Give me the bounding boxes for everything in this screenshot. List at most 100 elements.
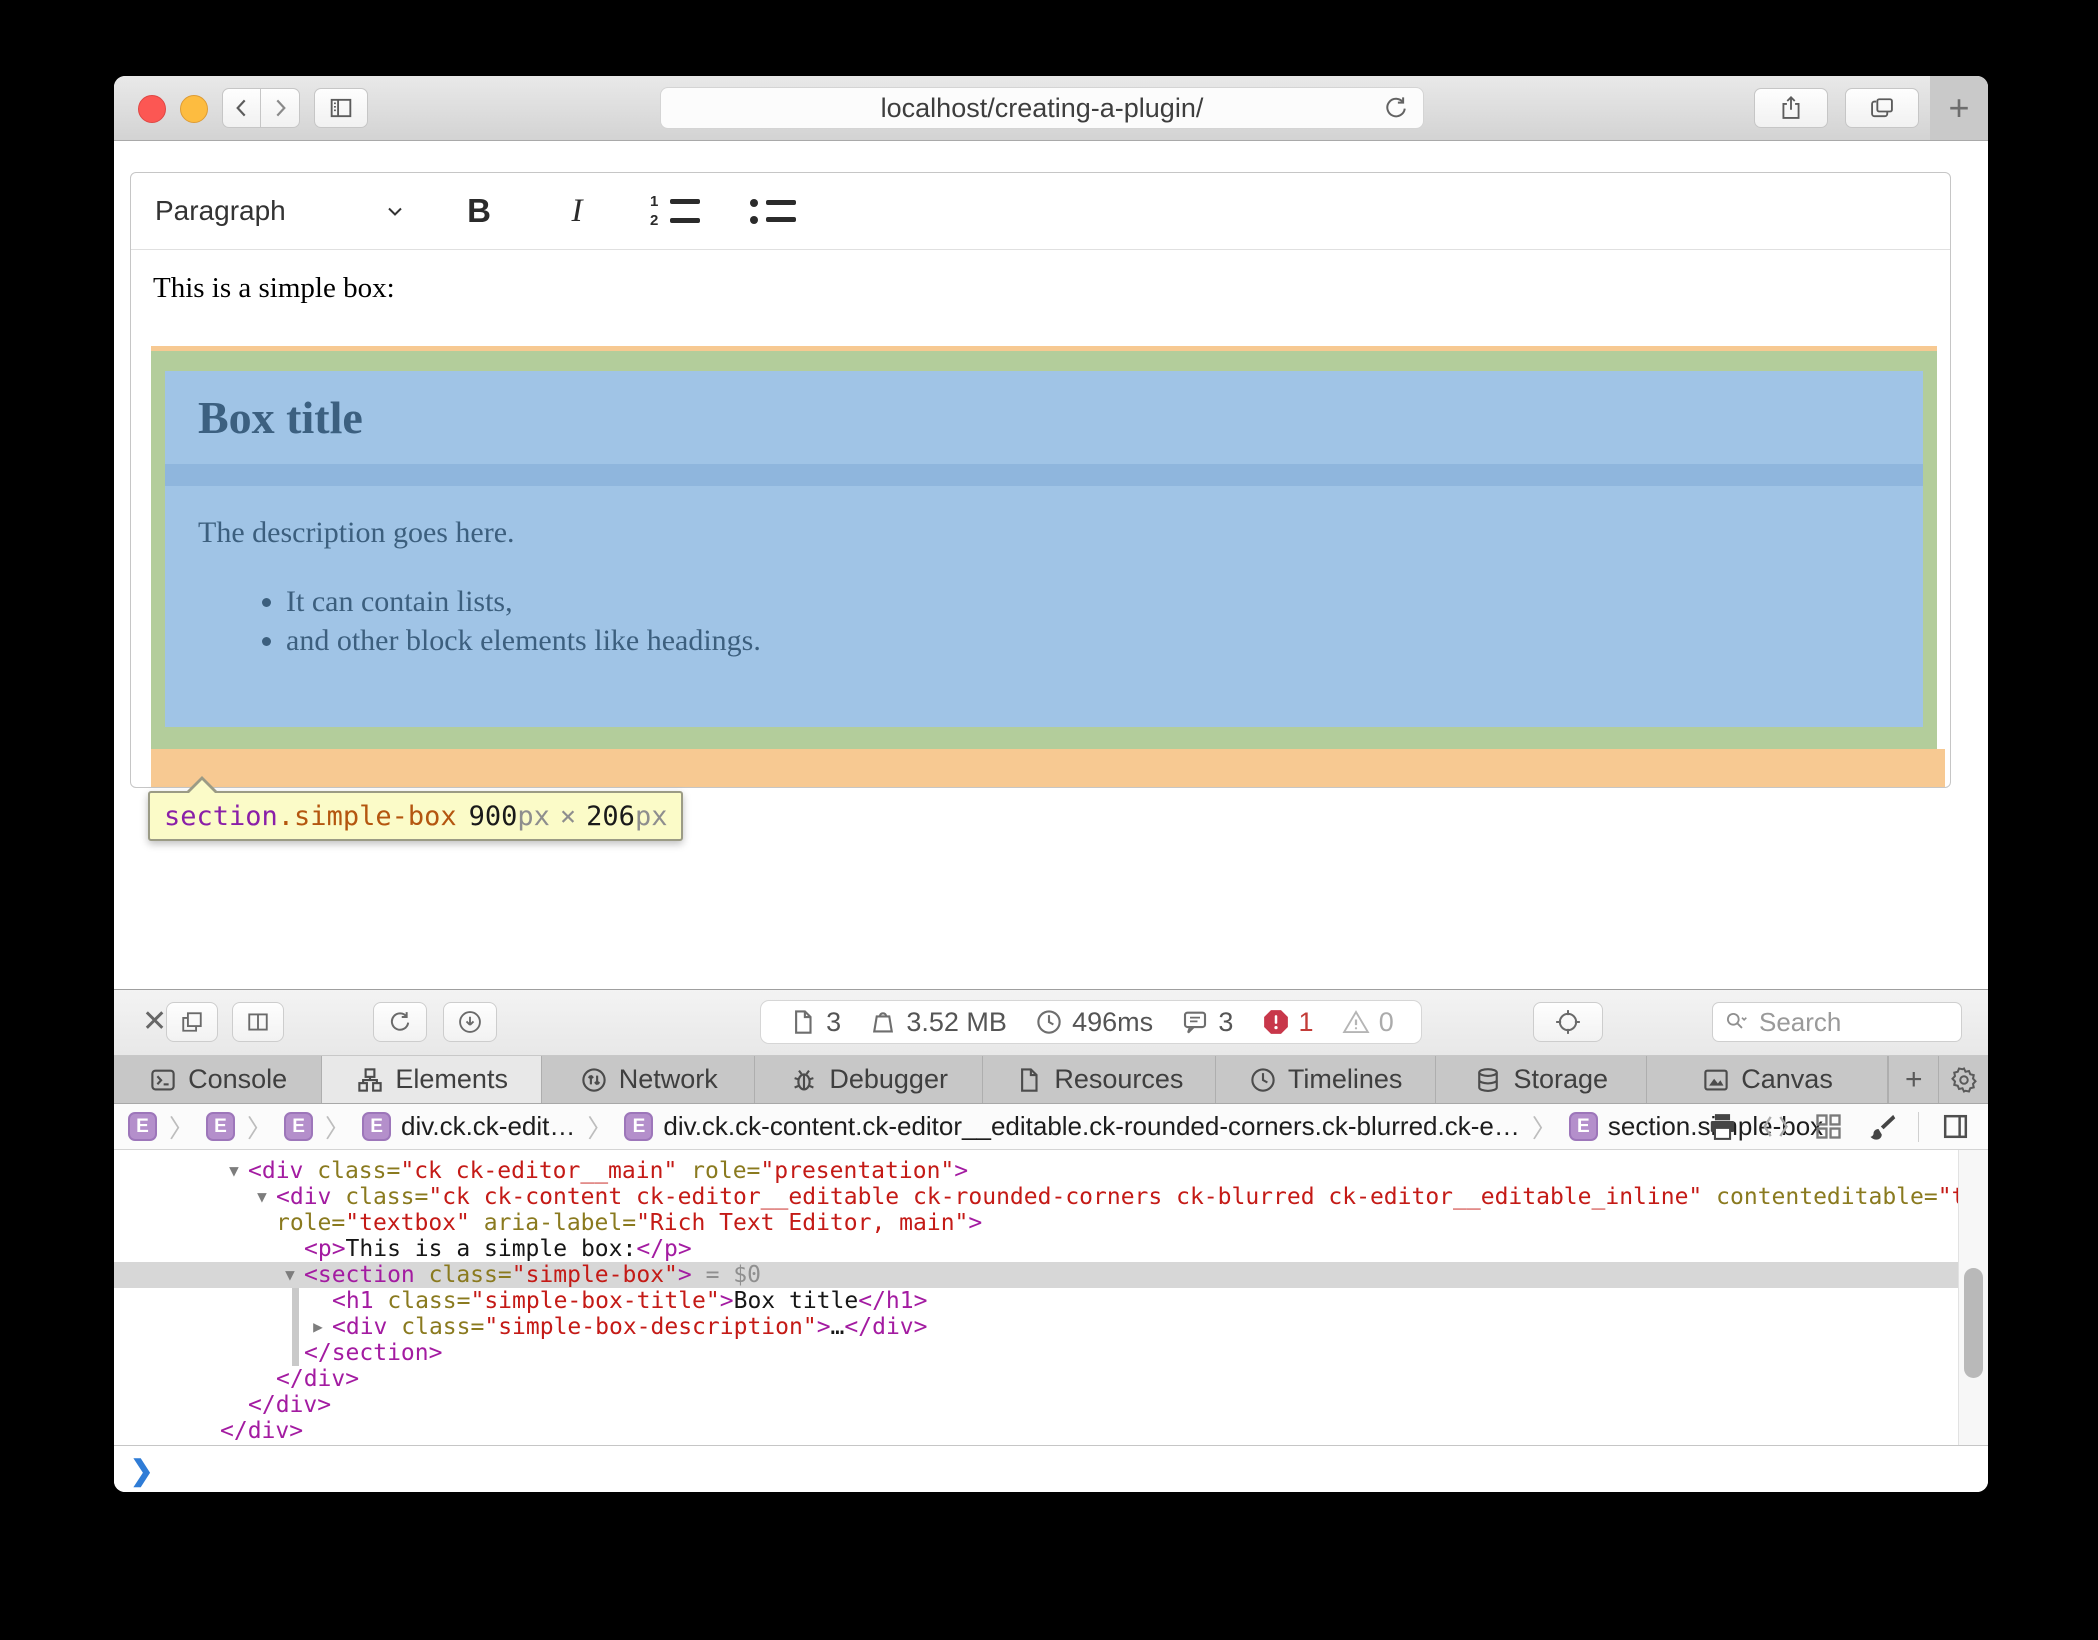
close-window-button[interactable] bbox=[138, 95, 166, 123]
stat-clock[interactable]: 496ms bbox=[1034, 1007, 1153, 1038]
reload-icon[interactable] bbox=[1381, 93, 1411, 123]
error-icon bbox=[1261, 1007, 1291, 1037]
dom-tree-row[interactable]: </div> bbox=[114, 1418, 1988, 1444]
breadcrumb-item[interactable]: Ediv.ck.ck-edit… bbox=[362, 1111, 575, 1142]
paragraph-dropdown[interactable]: Paragraph bbox=[155, 195, 407, 227]
dom-tree-row[interactable]: </div> bbox=[114, 1366, 1988, 1392]
tooltip-tag: section bbox=[164, 801, 278, 832]
simple-box-title-block: Box title bbox=[165, 371, 1923, 464]
tab-resources[interactable]: Resources bbox=[983, 1056, 1216, 1103]
tab-overview-button[interactable] bbox=[1845, 88, 1919, 128]
clock-icon bbox=[1034, 1007, 1064, 1037]
element-badge: E bbox=[284, 1112, 313, 1141]
element-badge: E bbox=[128, 1112, 157, 1141]
debugger-icon bbox=[789, 1065, 819, 1095]
simple-box-title[interactable]: Box title bbox=[165, 371, 1923, 444]
search-input[interactable] bbox=[1757, 1006, 1931, 1039]
breadcrumb-item[interactable]: E bbox=[128, 1112, 157, 1141]
dock-window-button[interactable] bbox=[166, 1002, 218, 1042]
tab-console[interactable]: Console bbox=[114, 1056, 322, 1103]
devtools-reload-button[interactable] bbox=[373, 1002, 427, 1042]
dom-tree-row[interactable]: <h1 class="simple-box-title">Box title</… bbox=[114, 1288, 1988, 1314]
chevron-right-icon bbox=[267, 95, 293, 121]
list-item[interactable]: It can contain lists, bbox=[286, 582, 1923, 621]
code-brackets-icon[interactable] bbox=[1759, 1110, 1792, 1143]
dom-tree-row[interactable]: </div> bbox=[114, 1392, 1988, 1418]
print-icon[interactable] bbox=[1706, 1110, 1739, 1143]
dom-tree-row[interactable]: ▼<div class="ck ck-content ck-editor__ed… bbox=[114, 1184, 1988, 1210]
settings-gear-icon[interactable] bbox=[1938, 1056, 1988, 1103]
console-prompt[interactable]: ❯ bbox=[114, 1445, 1988, 1492]
disclosure-expanded-icon[interactable]: ▼ bbox=[250, 1184, 274, 1210]
forward-button[interactable] bbox=[261, 88, 300, 128]
element-badge: E bbox=[1569, 1112, 1598, 1141]
tab-elements[interactable]: Elements bbox=[322, 1056, 542, 1103]
stat-document[interactable]: 3 bbox=[788, 1007, 841, 1038]
dom-tree-row[interactable]: </section> bbox=[114, 1340, 1988, 1366]
scrollbar-track[interactable] bbox=[1958, 1150, 1988, 1445]
scrollbar-thumb[interactable] bbox=[1964, 1268, 1983, 1378]
new-tab-button[interactable]: + bbox=[1930, 76, 1988, 140]
add-tab-button[interactable]: + bbox=[1888, 1056, 1938, 1103]
dom-tree-row[interactable]: ▼<div class="ck ck-editor__main" role="p… bbox=[114, 1158, 1988, 1184]
element-picker-button[interactable] bbox=[1533, 1002, 1603, 1042]
dom-tree-row[interactable]: role="textbox" aria-label="Rich Text Edi… bbox=[114, 1210, 1988, 1236]
storage-icon bbox=[1473, 1065, 1503, 1095]
italic-button[interactable]: I bbox=[551, 185, 603, 237]
editor-paragraph[interactable]: This is a simple box: bbox=[153, 272, 395, 305]
breadcrumb-item[interactable]: Ediv.ck.ck-content.ck-editor__editable.c… bbox=[624, 1111, 1519, 1142]
resources-icon bbox=[1014, 1065, 1044, 1095]
inspect-tooltip: section.simple-box900px×206px bbox=[148, 791, 683, 841]
stat-bubble[interactable]: 3 bbox=[1180, 1007, 1233, 1038]
dock-side-button[interactable] bbox=[232, 1002, 284, 1042]
simple-box-description[interactable]: The description goes here. It can contai… bbox=[165, 486, 1923, 727]
disclosure-collapsed-icon[interactable]: ▶ bbox=[306, 1314, 330, 1340]
timelines-icon bbox=[1248, 1065, 1278, 1095]
bulleted-list-button[interactable] bbox=[747, 185, 799, 237]
divider bbox=[1918, 1112, 1919, 1142]
paintbrush-icon[interactable] bbox=[1865, 1110, 1898, 1143]
breadcrumb-item[interactable]: E bbox=[284, 1112, 313, 1141]
tab-debugger[interactable]: Debugger bbox=[755, 1056, 983, 1103]
disclosure-expanded-icon[interactable]: ▼ bbox=[222, 1158, 246, 1184]
search-icon bbox=[1723, 1009, 1749, 1035]
dom-tree-row[interactable]: ▶<div class="simple-box-description">…</… bbox=[114, 1314, 1988, 1340]
address-bar[interactable]: localhost/creating-a-plugin/ bbox=[660, 87, 1424, 129]
numbered-list-icon: 1 2 bbox=[650, 197, 700, 226]
stat-error[interactable]: 1 bbox=[1261, 1007, 1314, 1038]
reload-icon bbox=[386, 1008, 414, 1036]
grid-icon[interactable] bbox=[1812, 1110, 1845, 1143]
share-icon bbox=[1777, 94, 1805, 122]
dom-tree-row[interactable]: ▼<section class="simple-box"> = $0 bbox=[114, 1262, 1988, 1288]
editor-content[interactable]: This is a simple box: Box title The desc… bbox=[131, 250, 1950, 787]
close-icon[interactable]: ✕ bbox=[142, 1004, 167, 1039]
tab-timelines[interactable]: Timelines bbox=[1216, 1056, 1436, 1103]
tab-storage[interactable]: Storage bbox=[1436, 1056, 1647, 1103]
breadcrumb-chevron-icon: 〉 bbox=[325, 1109, 350, 1145]
sidebar-toggle-button[interactable] bbox=[314, 88, 368, 128]
back-button[interactable] bbox=[222, 88, 261, 128]
bold-button[interactable]: B bbox=[453, 185, 505, 237]
breadcrumb-item[interactable]: E bbox=[206, 1112, 235, 1141]
web-inspector: ✕ 33.52 MB496ms310 bbox=[114, 989, 1988, 1492]
dom-tree-row[interactable]: <p>This is a simple box:</p> bbox=[114, 1236, 1988, 1262]
page-content: Paragraph B I 1 2 bbox=[114, 141, 1988, 989]
stat-warning[interactable]: 0 bbox=[1341, 1007, 1394, 1038]
network-icon bbox=[579, 1065, 609, 1095]
details-sidebar-icon[interactable] bbox=[1939, 1110, 1972, 1143]
tab-canvas[interactable]: Canvas bbox=[1647, 1056, 1888, 1103]
two-squares-icon bbox=[178, 1008, 206, 1036]
devtools-search[interactable] bbox=[1712, 1002, 1962, 1042]
list-item[interactable]: and other block elements like headings. bbox=[286, 621, 1923, 660]
download-button[interactable] bbox=[443, 1002, 497, 1042]
share-button[interactable] bbox=[1754, 88, 1828, 128]
chevron-left-icon bbox=[229, 95, 255, 121]
chevron-down-icon bbox=[383, 199, 407, 223]
minimize-window-button[interactable] bbox=[180, 95, 208, 123]
numbered-list-button[interactable]: 1 2 bbox=[649, 185, 701, 237]
stat-weight[interactable]: 3.52 MB bbox=[868, 1007, 1007, 1038]
tab-network[interactable]: Network bbox=[542, 1056, 755, 1103]
disclosure-expanded-icon[interactable]: ▼ bbox=[278, 1262, 302, 1288]
element-badge: E bbox=[362, 1112, 391, 1141]
inspect-padding-highlight: Box title The description goes here. It … bbox=[151, 351, 1937, 749]
